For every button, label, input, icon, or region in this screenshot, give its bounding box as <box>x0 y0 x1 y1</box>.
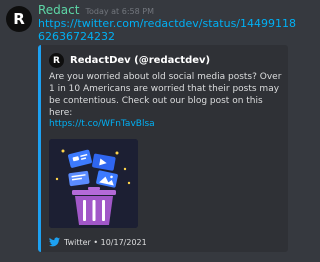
delete-posts-illustration <box>49 139 138 228</box>
embed-avatar-letter: R <box>53 55 60 66</box>
embed-footer: Twitter • 10/17/2021 <box>49 237 147 247</box>
avatar-letter: R <box>13 10 25 28</box>
embed-author-avatar: R <box>49 53 64 68</box>
embed-image[interactable] <box>49 139 138 228</box>
message-header: Redact Today at 6:58 PM <box>38 3 154 17</box>
embed-footer-text: Twitter • 10/17/2021 <box>64 237 147 247</box>
embed-author: R RedactDev (@redactdev) <box>49 53 210 68</box>
username[interactable]: Redact <box>38 3 79 17</box>
timestamp: Today at 6:58 PM <box>85 7 154 16</box>
message-link[interactable]: https://twitter.com/redactdev/status/144… <box>38 17 296 43</box>
embed-author-name[interactable]: RedactDev (@redactdev) <box>70 55 210 66</box>
user-avatar[interactable]: R <box>6 6 32 32</box>
embed-description: Are you worried about old social media p… <box>49 72 282 118</box>
tweet-embed: R RedactDev (@redactdev) Are you worried… <box>38 45 288 252</box>
twitter-icon <box>49 237 60 247</box>
embed-link[interactable]: https://t.co/WFnTavBlsa <box>49 119 155 129</box>
